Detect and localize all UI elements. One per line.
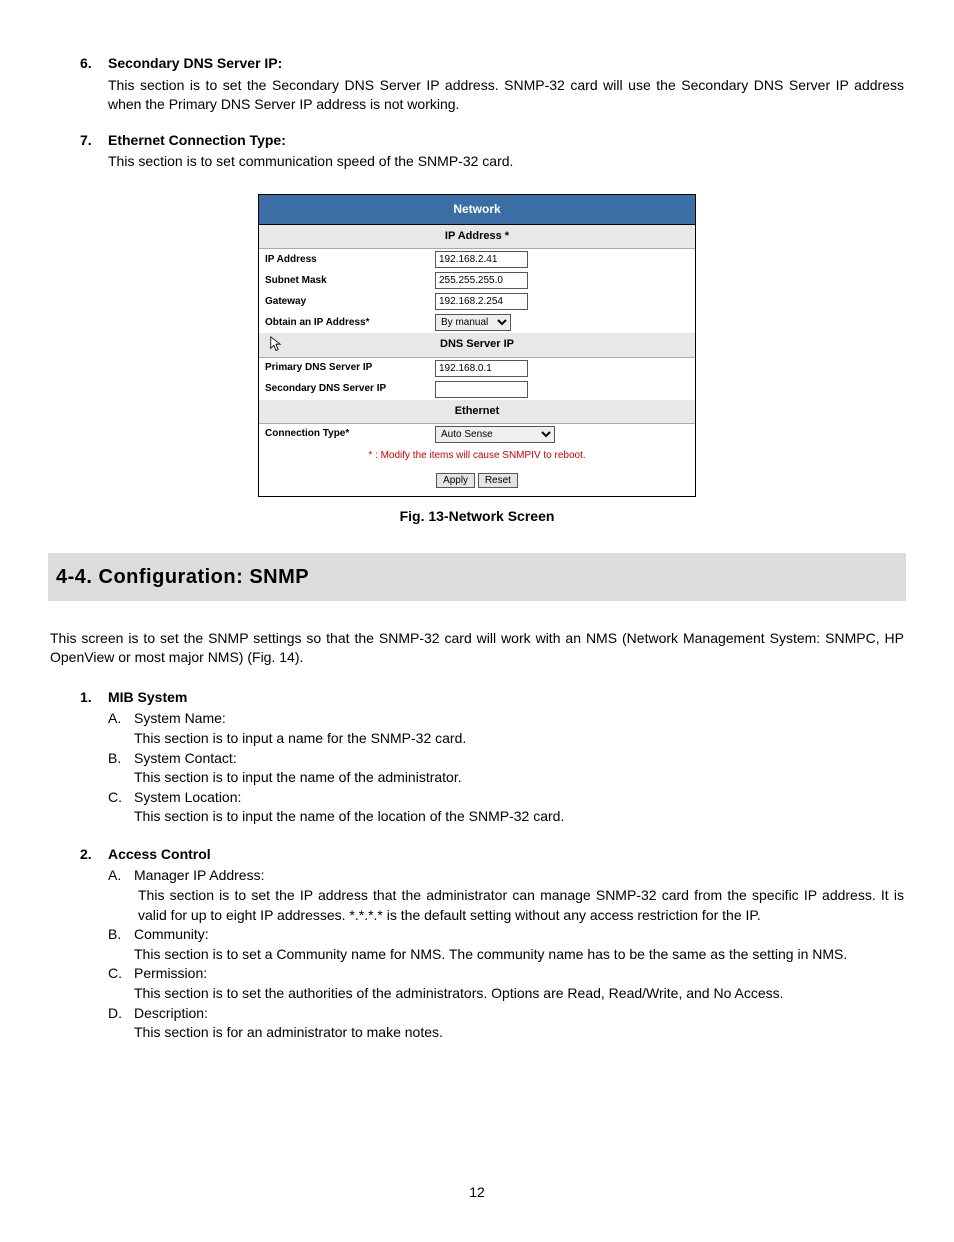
mib-num: 1. bbox=[80, 688, 108, 708]
mib-c-body: This section is to input the name of the… bbox=[134, 807, 904, 827]
ac-d: D. Description: bbox=[108, 1004, 904, 1024]
ac-b: B. Community: bbox=[108, 925, 904, 945]
network-panel: Network IP Address * IP Address Subnet M… bbox=[258, 194, 696, 497]
panel-header: Network bbox=[259, 195, 695, 225]
subheader-dns: DNS Server IP bbox=[259, 333, 695, 357]
ac-d-title: Description: bbox=[134, 1004, 208, 1024]
conn-type-label: Connection Type* bbox=[265, 427, 435, 441]
cursor-icon bbox=[270, 336, 283, 350]
section-heading-4-4: 4-4. Configuration: SNMP bbox=[48, 553, 906, 601]
gateway-label: Gateway bbox=[265, 295, 435, 309]
primary-dns-input[interactable] bbox=[435, 360, 528, 377]
mib-a-letter: A. bbox=[108, 709, 134, 729]
ac-c-title: Permission: bbox=[134, 964, 207, 984]
secondary-dns-input[interactable] bbox=[435, 381, 528, 398]
item6-body: This section is to set the Secondary DNS… bbox=[108, 76, 904, 115]
mask-input[interactable] bbox=[435, 272, 528, 289]
item7-title: Ethernet Connection Type: bbox=[108, 131, 286, 151]
mask-label: Subnet Mask bbox=[265, 274, 435, 288]
ac-c-letter: C. bbox=[108, 964, 134, 984]
mib-a-title: System Name: bbox=[134, 709, 226, 729]
mib-c-title: System Location: bbox=[134, 788, 241, 808]
dns-header-text: DNS Server IP bbox=[440, 338, 514, 350]
reboot-note: * : Modify the items will cause SNMPIV t… bbox=[259, 445, 695, 467]
subheader-ip: IP Address * bbox=[259, 225, 695, 249]
ip-input[interactable] bbox=[435, 251, 528, 268]
gateway-input[interactable] bbox=[435, 293, 528, 310]
ac-num: 2. bbox=[80, 845, 108, 865]
subheader-ethernet: Ethernet bbox=[259, 400, 695, 424]
ac-title: Access Control bbox=[108, 845, 211, 865]
row-obtain: Obtain an IP Address* By manual bbox=[259, 312, 695, 333]
row-ip: IP Address bbox=[259, 249, 695, 270]
ac-b-title: Community: bbox=[134, 925, 209, 945]
ac-b-body: This section is to set a Community name … bbox=[134, 945, 904, 965]
button-row: Apply Reset bbox=[259, 467, 695, 496]
ac-c-body: This section is to set the authorities o… bbox=[134, 984, 904, 1004]
ac-a-body: This section is to set the IP address th… bbox=[138, 886, 904, 925]
page-number: 12 bbox=[50, 1183, 904, 1203]
mib-c: C. System Location: bbox=[108, 788, 904, 808]
mib-c-letter: C. bbox=[108, 788, 134, 808]
item6-number: 6. bbox=[80, 54, 108, 74]
ac-d-body: This section is for an administrator to … bbox=[134, 1023, 904, 1043]
ac-d-letter: D. bbox=[108, 1004, 134, 1024]
ac-a-title: Manager IP Address: bbox=[134, 866, 264, 886]
row-gateway: Gateway bbox=[259, 291, 695, 312]
obtain-label: Obtain an IP Address* bbox=[265, 316, 435, 330]
row-primary-dns: Primary DNS Server IP bbox=[259, 358, 695, 379]
row-mask: Subnet Mask bbox=[259, 270, 695, 291]
obtain-select[interactable]: By manual bbox=[435, 314, 511, 331]
ac-a-letter: A. bbox=[108, 866, 134, 886]
list-item-7: 7. Ethernet Connection Type: bbox=[80, 131, 904, 151]
item7-number: 7. bbox=[80, 131, 108, 151]
apply-button[interactable]: Apply bbox=[436, 473, 475, 488]
row-conn-type: Connection Type* Auto Sense bbox=[259, 424, 695, 445]
row-secondary-dns: Secondary DNS Server IP bbox=[259, 379, 695, 400]
section-intro: This screen is to set the SNMP settings … bbox=[50, 629, 904, 668]
mib-b-title: System Contact: bbox=[134, 749, 237, 769]
conn-type-select[interactable]: Auto Sense bbox=[435, 426, 555, 443]
mib-b: B. System Contact: bbox=[108, 749, 904, 769]
figure-caption: Fig. 13-Network Screen bbox=[50, 507, 904, 527]
reset-button[interactable]: Reset bbox=[478, 473, 518, 488]
secondary-dns-label: Secondary DNS Server IP bbox=[265, 382, 435, 396]
mib-title: MIB System bbox=[108, 688, 187, 708]
ac-a: A. Manager IP Address: bbox=[108, 866, 904, 886]
list-item-access-control: 2. Access Control bbox=[80, 845, 904, 865]
ip-label: IP Address bbox=[265, 253, 435, 267]
mib-b-letter: B. bbox=[108, 749, 134, 769]
ac-b-letter: B. bbox=[108, 925, 134, 945]
item6-title: Secondary DNS Server IP: bbox=[108, 54, 282, 74]
mib-a: A. System Name: bbox=[108, 709, 904, 729]
list-item-mib: 1. MIB System bbox=[80, 688, 904, 708]
mib-a-body: This section is to input a name for the … bbox=[134, 729, 904, 749]
primary-dns-label: Primary DNS Server IP bbox=[265, 361, 435, 375]
list-item-6: 6. Secondary DNS Server IP: bbox=[80, 54, 904, 74]
figure-13: Network IP Address * IP Address Subnet M… bbox=[50, 194, 904, 497]
ac-c: C. Permission: bbox=[108, 964, 904, 984]
mib-b-body: This section is to input the name of the… bbox=[134, 768, 904, 788]
item7-body: This section is to set communication spe… bbox=[108, 152, 904, 172]
